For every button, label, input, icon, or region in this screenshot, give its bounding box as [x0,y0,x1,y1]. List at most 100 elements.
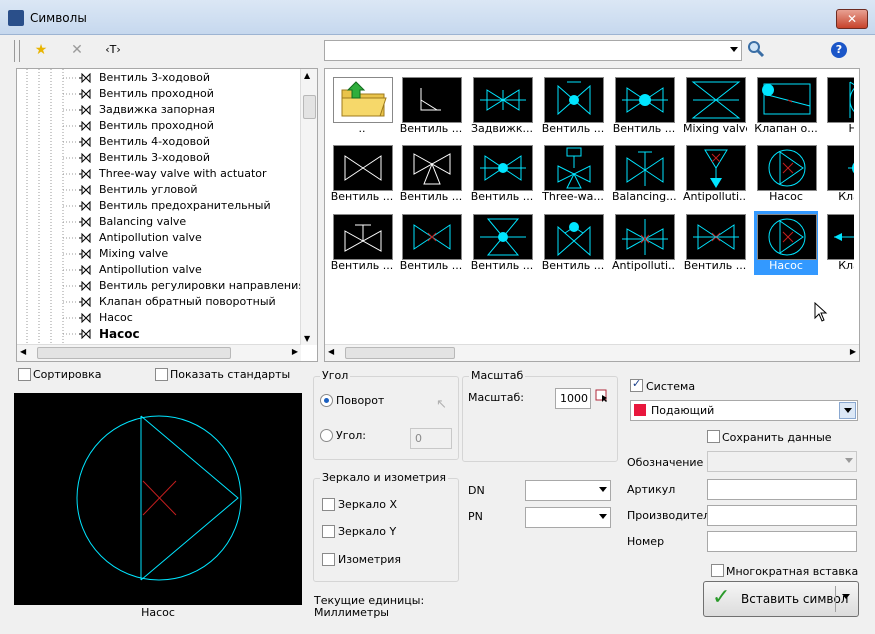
symbol-cell[interactable]: Antipolluti... [612,211,676,275]
symbol-cell[interactable]: Mixing valve [683,74,747,138]
search-combobox[interactable] [324,40,742,61]
symbol-cell[interactable]: Вентиль ... [399,142,463,206]
favorites-star-icon[interactable]: ★ [30,40,52,60]
symbol-cell[interactable]: На [824,74,854,138]
multi-insert-checkbox[interactable] [711,564,724,577]
tree-vertical-scrollbar[interactable]: ▲ ▼ [300,69,317,345]
symbol-cell-label: Balancing... [612,190,676,203]
symbol-cell[interactable]: Клапа [824,142,854,206]
angle-radio[interactable] [320,429,333,442]
grid-horizontal-scrollbar[interactable]: ◀ ▶ [325,344,859,361]
symbol-cell[interactable]: Вентиль ... [612,74,676,138]
symbol-cell-label: Вентиль ... [541,259,605,272]
rotate-cursor-icon: ↖ [436,397,447,412]
dn-combobox[interactable] [525,480,611,501]
search-icon[interactable] [746,39,766,59]
save-data-checkbox[interactable] [707,430,720,443]
text-tool-button[interactable]: ‹T› [100,40,126,60]
scroll-left-arrow-icon[interactable]: ◀ [328,347,334,356]
angle-input[interactable]: 0 [410,428,452,449]
tree-item[interactable]: Antipollution valve [17,230,301,246]
tree-item[interactable]: Вентиль регулировки направления [17,278,305,294]
grid-hscroll-thumb[interactable] [345,347,455,359]
toolbar-grip[interactable] [14,40,20,62]
tree-item[interactable]: Three-way valve with actuator [17,166,301,182]
scroll-down-arrow-icon[interactable]: ▼ [304,334,310,343]
tree-item[interactable]: Вентиль 3-ходовой [17,150,301,166]
pick-scale-icon[interactable] [595,389,609,403]
designation-combobox[interactable] [707,451,857,472]
pn-combobox[interactable] [525,507,611,528]
symbol-cell[interactable]: Клапа [824,211,854,275]
manufacturer-input[interactable] [707,505,857,526]
symbol-cell[interactable]: Вентиль ... [330,142,394,206]
scale-input-value: 1000 [560,392,588,405]
symbol-cell[interactable]: Задвижк... [470,74,534,138]
symbol-cell[interactable]: Вентиль ... [399,211,463,275]
symbol-tree[interactable]: Вентиль 3-ходовой Вентиль проходной Задвиж… [16,68,318,362]
tree-vscroll-thumb[interactable] [303,95,316,119]
symbol-cell[interactable]: Вентиль ... [330,211,394,275]
tree-item[interactable]: Antipollution valve [17,262,301,278]
delete-x-icon[interactable]: ✕ [66,40,88,60]
tree-item[interactable]: Задвижка запорная [17,102,301,118]
scroll-right-arrow-icon[interactable]: ▶ [292,347,298,356]
article-input[interactable] [707,479,857,500]
tree-item[interactable]: Вентиль предохранительный [17,198,301,214]
tree-item[interactable]: Balancing valve [17,214,301,230]
tree-item[interactable]: Вентиль проходной [17,86,301,102]
tree-item[interactable]: Вентиль проходной [17,118,301,134]
rotate-radio[interactable] [320,394,333,407]
tree-item[interactable]: Вентиль угловой [17,182,301,198]
symbol-cell[interactable]: Antipolluti... [683,142,747,206]
tree-horizontal-scrollbar[interactable]: ◀ ▶ [17,344,301,361]
symbol-grid[interactable]: .. Вентиль ... Задвижк... Вентиль ... Вентил… [324,68,860,362]
symbol-cell[interactable]: Вентиль ... [541,74,605,138]
help-icon[interactable]: ? [831,42,847,58]
scroll-left-arrow-icon[interactable]: ◀ [20,347,26,356]
number-input[interactable] [707,531,857,552]
scroll-up-arrow-icon[interactable]: ▲ [304,71,310,80]
symbol-cell[interactable]: Вентиль ... [541,211,605,275]
window-title: Символы [30,11,87,25]
tree-item[interactable]: Вентиль 3-ходовой [17,70,301,86]
symbol-cell[interactable]: Balancing... [612,142,676,206]
tree-item[interactable]: Вентиль 4-ходовой [17,134,301,150]
system-combobox[interactable]: Подающий [630,400,858,421]
tree-item[interactable]: Клапан обратный поворотный [17,294,301,310]
system-checkbox[interactable] [630,377,643,392]
symbol-cell[interactable]: Вентиль ... [470,211,534,275]
chevron-down-icon [599,487,607,492]
mirror-x-checkbox[interactable] [322,498,335,511]
tree-item[interactable]: Насос [17,310,301,326]
symbol-cell[interactable]: Вентиль ... [683,211,747,275]
valve-white-handle-icon [333,214,393,260]
symbol-cell[interactable]: Вентиль ... [399,74,463,138]
symbol-cell[interactable]: Насос [754,142,818,206]
isometry-checkbox[interactable] [322,553,335,566]
close-button[interactable]: ✕ [836,9,868,29]
insert-symbol-button[interactable]: ✓ Вставить символ [703,581,859,617]
symbol-cell[interactable]: .. [330,74,394,138]
valve-ball-top-icon [544,214,604,260]
symbol-cell[interactable]: Three-wa... [541,142,605,206]
scale-input[interactable]: 1000 [555,388,591,409]
symbol-cell[interactable]: Клапан о... [754,74,818,138]
symbol-cell[interactable]: Вентиль ... [470,142,534,206]
symbol-cell-label: Mixing valve [683,122,747,135]
symbol-cell[interactable]: Насос [754,211,818,275]
tree-hscroll-thumb[interactable] [37,347,231,359]
system-label: Система [646,380,696,393]
show-standards-checkbox[interactable] [155,368,168,381]
symbol-cell-label: .. [358,122,366,135]
system-dropdown-button[interactable] [839,402,856,419]
system-color-swatch [634,404,646,416]
tree-item[interactable]: Насос [17,326,301,342]
tree-item-label: Вентиль 3-ходовой [99,71,210,84]
tree-item-label: Вентиль регулировки направления [99,279,305,292]
sort-checkbox[interactable] [18,368,31,381]
scroll-right-arrow-icon[interactable]: ▶ [850,347,856,356]
mirror-y-checkbox[interactable] [322,525,335,538]
insert-dropdown-arrow-icon[interactable] [842,594,850,599]
tree-item[interactable]: Mixing valve [17,246,301,262]
